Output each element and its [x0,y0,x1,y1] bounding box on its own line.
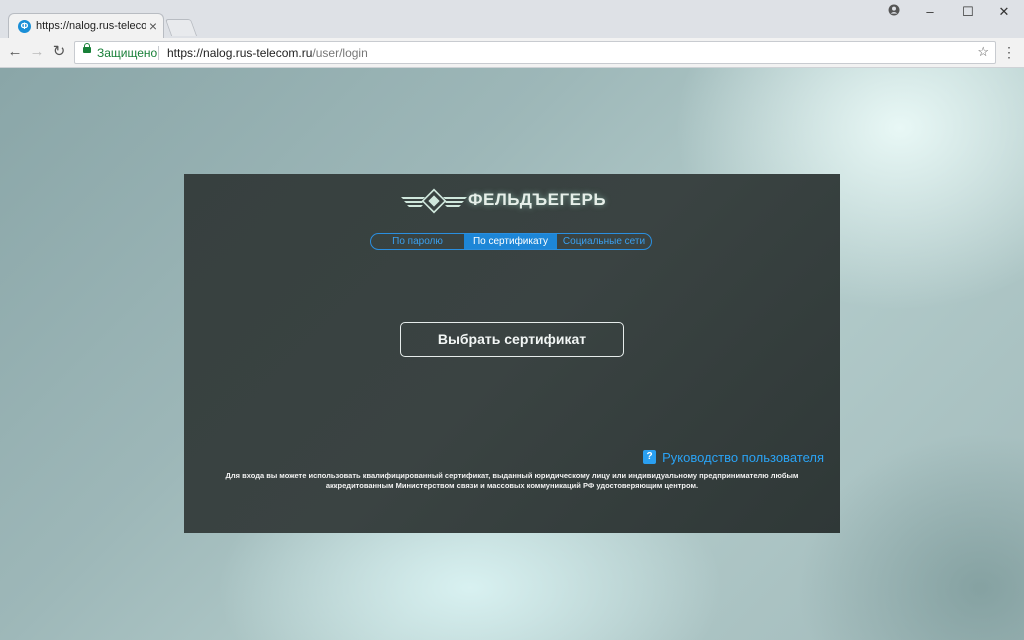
login-method-tabs: По паролю По сертификату Социальные сети [370,233,652,250]
maximize-button[interactable]: ☐ [950,0,986,24]
lock-icon [83,43,91,53]
reload-button[interactable]: ↻ [49,42,69,62]
tab-social[interactable]: Социальные сети [557,234,651,249]
address-bar[interactable]: Защищено https://nalog.rus-telecom.ru/us… [74,41,996,64]
page-background: ФЕЛЬДЪЕГЕРЬ По паролю По сертификату Соц… [0,68,1024,640]
user-guide-label[interactable]: Руководство пользователя [662,450,824,465]
omnibox-divider [158,46,159,60]
browser-tab[interactable]: Ф https://nalog.rus-telecom × [8,13,164,38]
browser-titlebar: Ф https://nalog.rus-telecom × – ☐ ✕ [0,0,1024,38]
url-text[interactable]: https://nalog.rus-telecom.ru/user/login [167,46,368,60]
logo-icon [401,188,467,214]
bookmark-star-icon[interactable]: ☆ [977,44,989,60]
certificate-info-note: Для входа вы можете использовать квалифи… [196,471,828,491]
login-card: ФЕЛЬДЪЕГЕРЬ По паролю По сертификату Соц… [184,174,840,533]
url-host: https://nalog.rus-telecom.ru [167,46,313,60]
minimize-button[interactable]: – [912,0,948,24]
favicon-icon: Ф [18,20,31,33]
note-line-1: Для входа вы можете использовать квалифи… [225,471,799,480]
select-certificate-button[interactable]: Выбрать сертификат [400,322,624,357]
tab-close-icon[interactable]: × [149,18,157,34]
url-path: /user/login [312,46,368,60]
forward-button[interactable]: → [27,42,47,62]
back-button[interactable]: ← [5,42,25,62]
help-icon: ? [643,450,657,464]
tab-title: https://nalog.rus-telecom [36,20,146,32]
user-guide-link[interactable]: ? Руководство пользователя [643,449,824,465]
close-window-button[interactable]: ✕ [986,0,1022,24]
browser-menu-icon[interactable]: ⋮ [1002,42,1016,62]
new-tab-button[interactable] [164,19,198,36]
note-line-2: аккредитованным Министерством связи и ма… [325,481,699,490]
profile-icon[interactable] [876,0,912,24]
tab-certificate[interactable]: По сертификату [464,234,557,249]
tab-password[interactable]: По паролю [371,234,464,249]
brand-title: ФЕЛЬДЪЕГЕРЬ [468,190,607,209]
browser-toolbar: ← → ↻ Защищено https://nalog.rus-telecom… [0,38,1024,68]
secure-label: Защищено [97,46,158,60]
